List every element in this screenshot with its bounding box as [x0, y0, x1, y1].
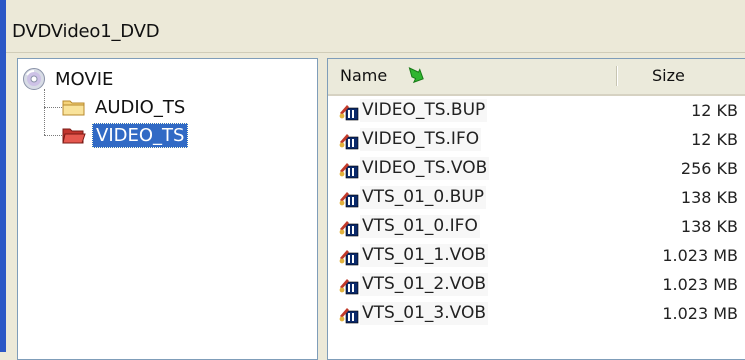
file-row[interactable]: VIDEO_TS.IFO 12 KB	[328, 125, 745, 154]
column-divider[interactable]	[616, 66, 617, 86]
file-row[interactable]: VIDEO_TS.BUP 12 KB	[328, 96, 745, 125]
file-rows: VIDEO_TS.BUP 12 KB VIDEO_TS.IFO 12 KB VI…	[328, 96, 745, 328]
tree-label-audio-ts: AUDIO_TS	[95, 96, 186, 118]
column-header-size[interactable]: Size	[618, 59, 745, 92]
file-size: 1.023 MB	[662, 275, 738, 294]
sort-arrow-icon	[408, 66, 425, 83]
file-row[interactable]: VIDEO_TS.VOB 256 KB	[328, 154, 745, 183]
file-size: 256 KB	[680, 159, 738, 178]
tree-connector	[44, 89, 45, 135]
file-size: 12 KB	[691, 101, 738, 120]
tree-node-audio-ts[interactable]: AUDIO_TS	[62, 93, 188, 121]
file-name: VIDEO_TS.VOB	[360, 157, 490, 180]
file-size: 1.023 MB	[662, 304, 738, 323]
file-row[interactable]: VTS_01_1.VOB 1.023 MB	[328, 241, 745, 270]
media-file-icon	[339, 221, 359, 237]
tree-connector	[44, 107, 62, 108]
media-file-icon	[339, 279, 359, 295]
file-row[interactable]: VTS_01_3.VOB 1.023 MB	[328, 299, 745, 328]
path-bar: DVDVideo1_DVD	[6, 0, 745, 53]
tree-node-video-ts[interactable]: VIDEO_TS	[62, 121, 189, 149]
dvd-disc-icon	[23, 68, 45, 90]
file-name: VTS_01_1.VOB	[360, 244, 489, 267]
folder-tree[interactable]: MOVIE AUDIO_TS VIDEO_TS	[17, 58, 318, 360]
file-name: VTS_01_2.VOB	[360, 273, 489, 296]
media-file-icon	[339, 308, 359, 324]
media-file-icon	[339, 250, 359, 266]
folder-open-icon	[62, 128, 86, 144]
file-list[interactable]: Name Size VIDEO_TS.BUP 12 KB VIDEO_TS.IF…	[327, 58, 745, 360]
column-name-label: Name	[340, 66, 388, 85]
folder-closed-icon	[62, 100, 85, 116]
file-name: VIDEO_TS.BUP	[360, 99, 488, 122]
explorer-window: DVDVideo1_DVD MOVIE AUDIO_TS VIDEO_TS Na…	[0, 0, 745, 360]
file-row[interactable]: VTS_01_0.IFO 138 KB	[328, 212, 745, 241]
file-name: VTS_01_0.IFO	[360, 215, 480, 238]
tree-connector	[44, 135, 62, 136]
file-row[interactable]: VTS_01_0.BUP 138 KB	[328, 183, 745, 212]
tree-node-movie[interactable]: MOVIE	[22, 65, 116, 93]
list-header: Name Size	[328, 59, 745, 96]
file-size: 1.023 MB	[662, 246, 738, 265]
tree-label-movie: MOVIE	[55, 68, 114, 90]
column-header-name[interactable]: Name	[328, 59, 618, 92]
column-size-label: Size	[652, 66, 685, 85]
media-file-icon	[339, 192, 359, 208]
file-name: VTS_01_0.BUP	[360, 186, 487, 209]
file-row[interactable]: VTS_01_2.VOB 1.023 MB	[328, 270, 745, 299]
file-name: VIDEO_TS.IFO	[360, 128, 482, 151]
file-size: 138 KB	[680, 188, 738, 207]
file-size: 12 KB	[691, 130, 738, 149]
media-file-icon	[339, 163, 359, 179]
tree-label-video-ts: VIDEO_TS	[92, 122, 189, 148]
file-size: 138 KB	[680, 217, 738, 236]
file-name: VTS_01_3.VOB	[360, 302, 489, 325]
media-file-icon	[339, 105, 359, 121]
window-title: DVDVideo1_DVD	[12, 21, 160, 42]
media-file-icon	[339, 134, 359, 150]
